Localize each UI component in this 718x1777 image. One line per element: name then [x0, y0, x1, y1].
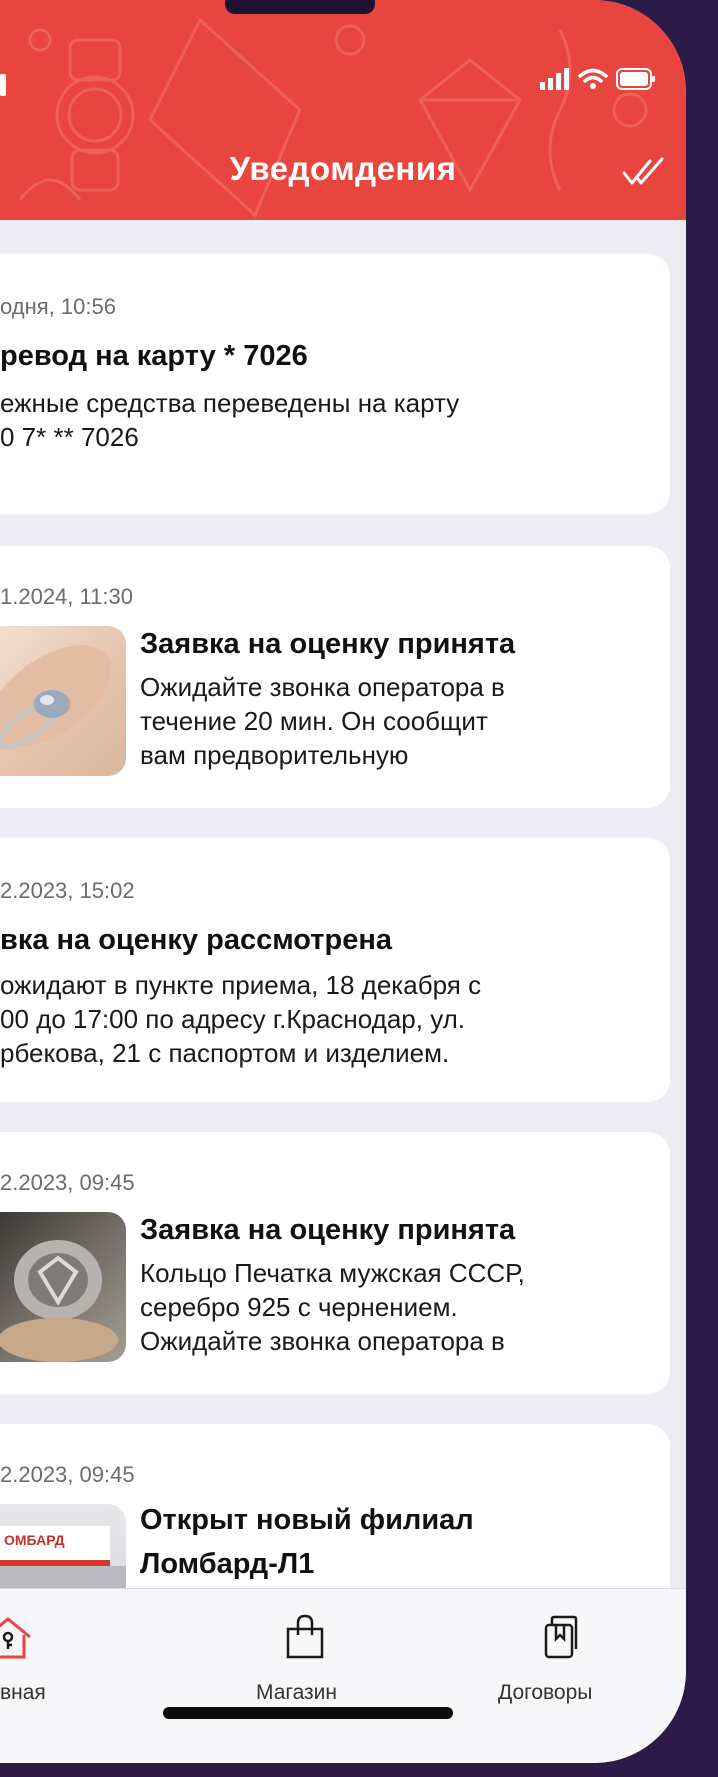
status-icons — [540, 64, 656, 94]
notification-text-line: Ожидайте звонка оператора в — [140, 1326, 505, 1356]
notification-title: Заявка на оценку принята — [140, 628, 516, 660]
notification-title: вка на оценку рассмотрена — [0, 924, 392, 956]
tab-shop-label: Магазин — [256, 1681, 338, 1704]
notification-text-line: вам предворительную — [140, 740, 409, 770]
signal-icon — [540, 68, 569, 90]
page-title: Уведомдения — [229, 150, 457, 187]
notification-text-line: 0 7* ** 7026 — [0, 422, 139, 452]
branch-sign: ОМБАРД — [0, 1526, 110, 1566]
notification-card[interactable]: 2.2023, 09:45 Заявка на оценку принята К… — [0, 1132, 670, 1394]
tab-contracts[interactable]: Договоры — [490, 1589, 640, 1704]
notification-title: Открыт новый филиал — [140, 1504, 474, 1536]
device-notch — [225, 0, 375, 14]
notification-text-line: 00 до 17:00 по адресу г.Краснодар, ул. — [0, 1004, 466, 1034]
tab-shop[interactable]: Магазин — [240, 1589, 370, 1704]
notification-text-line: ежные средства переведены на карту — [0, 388, 460, 418]
tab-home[interactable]: вная — [0, 1589, 150, 1704]
app-header: Уведомдения — [0, 0, 686, 220]
notification-title-line-2: Ломбард-Л1 — [140, 1548, 315, 1580]
shopping-bag-icon — [286, 1614, 324, 1659]
notification-text-line: рбекова, 21 с паспортом и изделием. — [0, 1038, 450, 1068]
notification-date: 2.2023, 15:02 — [0, 878, 135, 903]
notification-title: Заявка на оценку принята — [140, 1214, 516, 1246]
ring-image — [0, 645, 112, 750]
notification-date: 2.2023, 09:45 — [0, 1170, 135, 1195]
notification-text-line: Ожидайте звонка оператора в — [140, 672, 505, 702]
home-icon — [0, 1617, 31, 1659]
tab-home-label: вная — [0, 1681, 46, 1704]
notification-text-line: серебро 925 с чернением. — [140, 1292, 458, 1322]
notification-date: одня, 10:56 — [0, 294, 116, 319]
notification-text-line: Кольцо Печатка мужская СССР, — [140, 1258, 525, 1288]
notification-text-line: течение 20 мин. Он сообщит — [140, 706, 488, 736]
notification-card[interactable]: 2.2023, 15:02 вка на оценку рассмотрена … — [0, 838, 670, 1102]
notification-card[interactable]: одня, 10:56 ревод на карту * 7026 ежные … — [0, 254, 670, 514]
notification-title: ревод на карту * 7026 — [0, 340, 308, 372]
app-screen: Уведомдения одня, 10:56 ревод на карту *… — [0, 0, 686, 1763]
notification-date: 2.2023, 09:45 — [0, 1462, 135, 1487]
tab-bar: вная Магазин Договоры — [0, 1588, 686, 1763]
tab-contracts-label: Договоры — [498, 1681, 593, 1704]
documents-icon — [544, 1615, 578, 1659]
signet-ring-photo — [0, 1212, 126, 1362]
branch-sign-text: ОМБАРД — [4, 1532, 65, 1548]
home-indicator — [163, 1707, 453, 1719]
notification-card[interactable]: 1.2024, 11:30 Заявка на оценку принята О… — [0, 546, 670, 808]
wifi-icon — [578, 68, 608, 89]
notification-date: 1.2024, 11:30 — [0, 584, 133, 609]
notification-text-line: ожидают в пункте приема, 18 декабря с — [0, 970, 482, 1000]
signet-ring-image — [0, 1240, 118, 1362]
ring-photo — [0, 626, 126, 776]
status-time-fragment — [0, 74, 6, 96]
battery-icon — [616, 68, 655, 90]
device-frame: Уведомдения одня, 10:56 ревод на карту *… — [0, 0, 718, 1777]
double-check-icon[interactable] — [622, 157, 666, 187]
